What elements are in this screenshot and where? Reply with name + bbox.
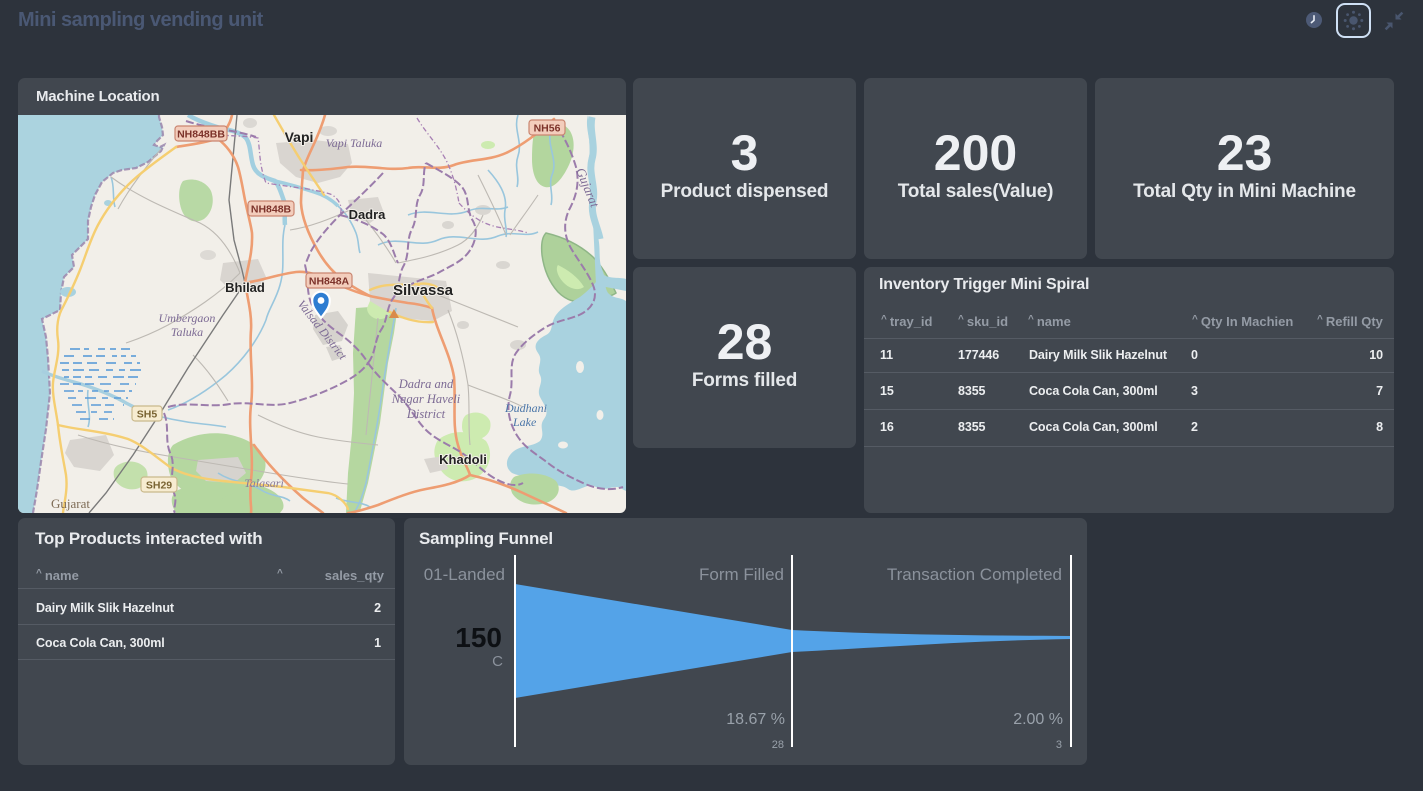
svg-text:NH848B: NH848B (251, 204, 292, 216)
svg-text:Form Filled: Form Filled (699, 565, 784, 584)
svg-text:28: 28 (772, 739, 784, 751)
svg-text:150: 150 (455, 622, 502, 653)
svg-text:Nagar Haveli: Nagar Haveli (391, 392, 461, 406)
svg-text:Bhilad: Bhilad (225, 280, 265, 295)
svg-text:Talasari: Talasari (244, 476, 284, 490)
svg-text:Dadra: Dadra (349, 207, 387, 222)
svg-text:01-Landed: 01-Landed (424, 565, 505, 584)
svg-text:Gujarat: Gujarat (51, 496, 90, 511)
svg-text:Dudhani: Dudhani (504, 401, 547, 415)
svg-text:18.67 %: 18.67 % (726, 711, 785, 728)
svg-text:SH5: SH5 (137, 409, 158, 421)
svg-text:2.00 %: 2.00 % (1013, 711, 1063, 728)
svg-text:SH29: SH29 (146, 480, 172, 492)
svg-text:NH848BB: NH848BB (177, 129, 225, 141)
svg-text:Umbergaon: Umbergaon (159, 311, 216, 325)
svg-text:Dadra and: Dadra and (398, 377, 454, 391)
svg-text:C: C (492, 653, 503, 670)
svg-text:NH848A: NH848A (309, 276, 350, 288)
svg-text:Vapi Taluka: Vapi Taluka (326, 136, 383, 150)
svg-text:District: District (406, 407, 446, 421)
svg-text:Transaction Completed: Transaction Completed (887, 565, 1062, 584)
svg-text:Silvassa: Silvassa (393, 282, 454, 299)
svg-text:Taluka: Taluka (171, 325, 203, 339)
svg-text:NH56: NH56 (534, 123, 561, 135)
svg-text:Lake: Lake (512, 415, 537, 429)
svg-text:3: 3 (1056, 739, 1062, 751)
svg-text:Vapi: Vapi (285, 129, 314, 145)
svg-text:Khadoli: Khadoli (439, 452, 487, 467)
